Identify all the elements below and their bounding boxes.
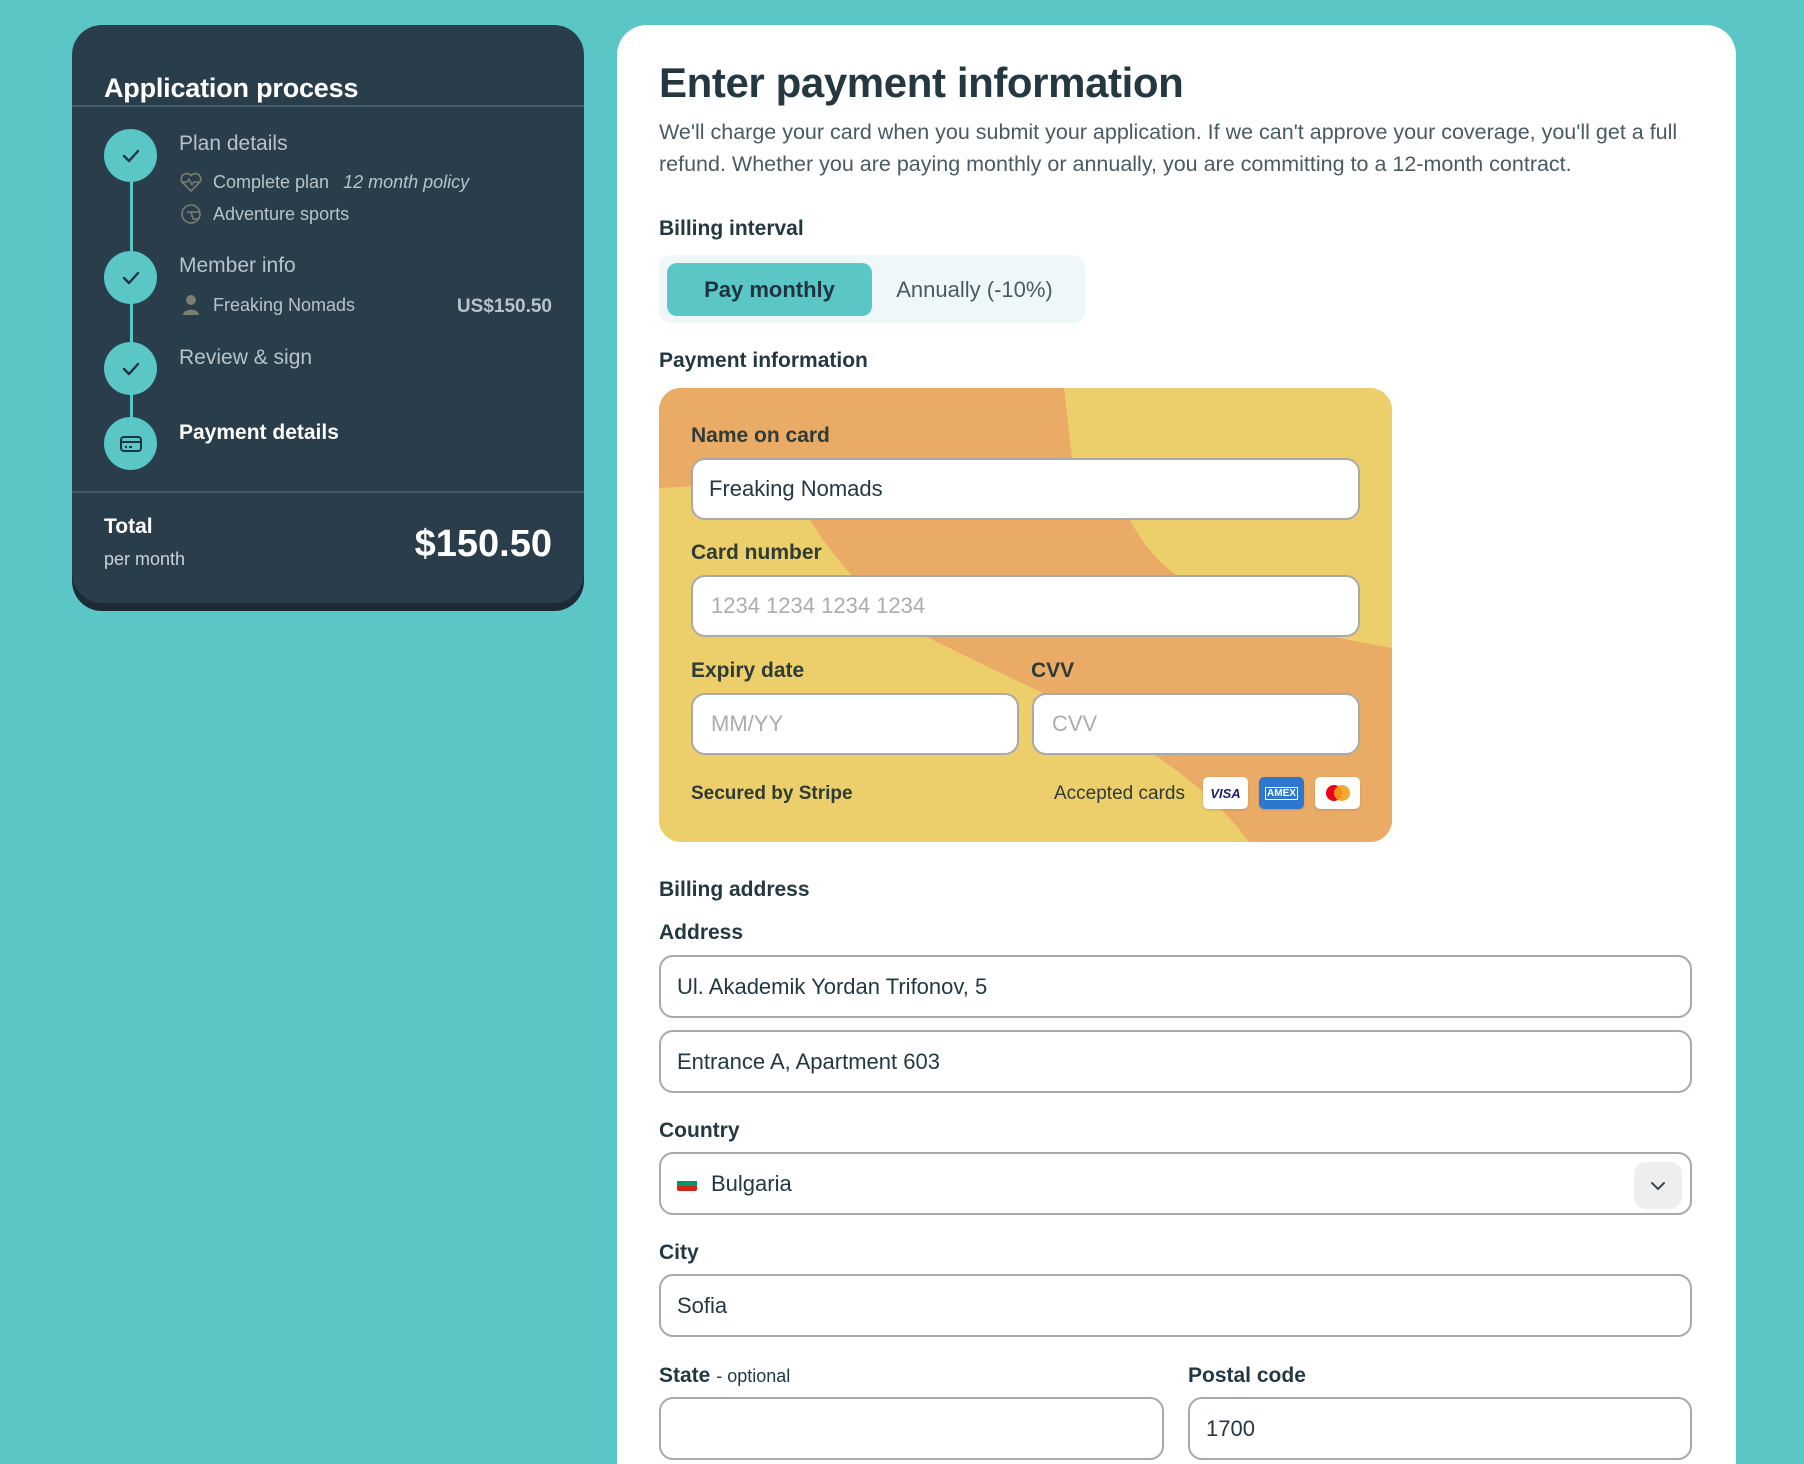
policy-term: 12 month policy	[343, 171, 470, 192]
person-icon	[179, 294, 203, 316]
mastercard-icon	[1315, 777, 1360, 809]
address-line2-input[interactable]: Entrance A, Apartment 603	[659, 1030, 1692, 1093]
sidebar-footer-divider	[72, 491, 584, 493]
address-label: Address	[659, 921, 744, 944]
optional-hint: - optional	[716, 1366, 791, 1386]
step-payment-details-current[interactable]	[104, 417, 157, 470]
step-member-info-check[interactable]	[104, 251, 157, 304]
country-value: Bulgaria	[711, 1170, 792, 1196]
heart-pulse-icon	[179, 171, 203, 193]
check-icon	[122, 149, 139, 162]
name-on-card-input[interactable]: Freaking Nomads	[691, 458, 1360, 520]
chevron-down-icon[interactable]	[1634, 1162, 1682, 1209]
visa-icon: VISA	[1203, 777, 1248, 809]
card-number-label: Card number	[691, 541, 822, 564]
step-plan-details-check[interactable]	[104, 129, 157, 182]
step-review-sign-check[interactable]	[104, 342, 157, 395]
plan-detail-item: Complete plan 12 month policy	[179, 171, 469, 193]
step-plan-details[interactable]: Plan details	[179, 132, 288, 156]
card-number-input[interactable]: 1234 1234 1234 1234	[691, 575, 1360, 637]
annually-option[interactable]: Annually (-10%)	[872, 263, 1077, 316]
cvv-label: CVV	[1031, 659, 1075, 682]
payment-information-label: Payment information	[659, 349, 868, 372]
accepted-cards-label: Accepted cards	[1054, 783, 1185, 804]
addon-name: Adventure sports	[213, 203, 350, 224]
step-review-sign[interactable]: Review & sign	[179, 346, 312, 370]
billing-address-label: Billing address	[659, 878, 810, 901]
amex-icon: AMEX	[1259, 777, 1304, 809]
step-member-info[interactable]: Member info	[179, 254, 296, 278]
credit-card-icon	[119, 435, 142, 452]
member-name: Freaking Nomads	[213, 294, 356, 315]
step-payment-details[interactable]: Payment details	[179, 421, 339, 445]
secured-by-stripe: Secured by Stripe	[691, 783, 853, 804]
member-item: Freaking Nomads	[179, 294, 355, 316]
total-label: Total	[104, 515, 153, 538]
sidebar-divider	[72, 105, 584, 107]
postal-code-input[interactable]: 1700	[1188, 1397, 1692, 1460]
country-select[interactable]: Bulgaria	[659, 1152, 1692, 1215]
payment-form-panel: Enter payment information We'll charge y…	[617, 25, 1736, 1464]
card-details-panel: Name on card Freaking Nomads Card number…	[659, 388, 1392, 842]
expiry-date-input[interactable]: MM/YY	[691, 693, 1019, 755]
expiry-date-label: Expiry date	[691, 659, 805, 682]
member-amount: US$150.50	[456, 296, 552, 317]
state-input[interactable]	[659, 1397, 1164, 1460]
plan-detail-item: Adventure sports	[179, 203, 349, 225]
application-process-sidebar: Application process Plan details Complet…	[72, 25, 584, 603]
plan-name: Complete plan	[213, 171, 330, 192]
page-title: Enter payment information	[659, 59, 1184, 106]
pay-monthly-option[interactable]: Pay monthly	[667, 263, 872, 316]
state-label: State - optional	[659, 1364, 791, 1387]
city-input[interactable]: Sofia	[659, 1274, 1692, 1337]
billing-interval-label: Billing interval	[659, 217, 804, 240]
city-label: City	[659, 1241, 699, 1264]
name-on-card-label: Name on card	[691, 424, 830, 447]
total-period: per month	[104, 549, 186, 569]
intro-text: We'll charge your card when you submit y…	[659, 120, 1678, 176]
check-icon	[122, 362, 139, 375]
postal-code-label: Postal code	[1188, 1364, 1306, 1387]
address-line1-input[interactable]: Ul. Akademik Yordan Trifonov, 5	[659, 955, 1692, 1018]
sidebar-title: Application process	[104, 73, 359, 103]
total-amount: $150.50	[414, 523, 552, 565]
helmet-icon	[179, 203, 203, 225]
billing-interval-toggle: Pay monthly Annually (-10%)	[659, 255, 1085, 323]
country-label: Country	[659, 1119, 740, 1142]
check-icon	[122, 271, 139, 284]
bulgaria-flag-icon	[677, 1176, 697, 1191]
cvv-input[interactable]: CVV	[1032, 693, 1360, 755]
